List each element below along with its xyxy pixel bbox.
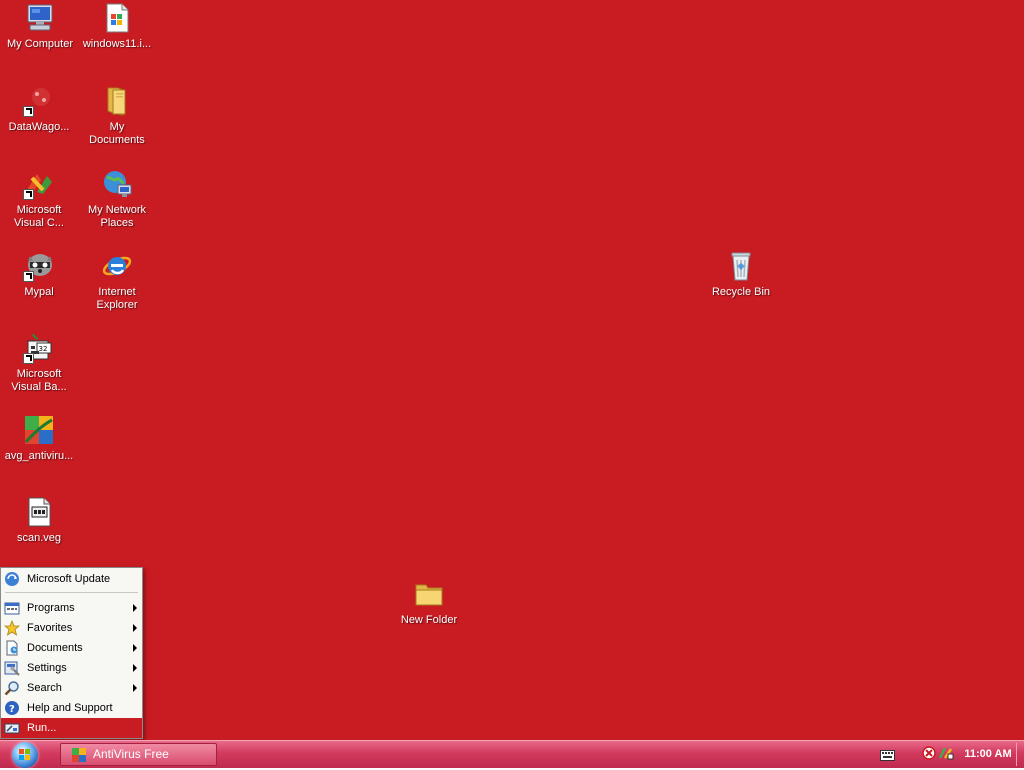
menu-item-run[interactable]: Run... bbox=[1, 718, 142, 738]
desktop-icon-new-folder[interactable]: New Folder bbox=[390, 578, 468, 627]
menu-item-microsoft-update[interactable]: Microsoft Update bbox=[1, 569, 142, 589]
network-places-icon bbox=[101, 168, 133, 200]
desktop-icon-label: scan.veg bbox=[16, 532, 62, 544]
desktop-icon-label: Microsoft Visual C... bbox=[14, 204, 64, 229]
shortcut-arrow-icon bbox=[23, 106, 34, 117]
desktop-icon-label: Microsoft Visual Ba... bbox=[11, 368, 67, 393]
visual-c-icon bbox=[23, 168, 55, 200]
windows-update-icon bbox=[4, 571, 20, 587]
veg-file-icon bbox=[23, 496, 55, 528]
programs-icon bbox=[4, 600, 20, 616]
run-icon bbox=[4, 720, 20, 736]
help-icon: ? bbox=[4, 700, 20, 716]
desktop-icon-visual-basic[interactable]: 32 Microsoft Visual Ba... bbox=[0, 332, 78, 394]
shortcut-arrow-icon bbox=[23, 353, 34, 364]
submenu-arrow-icon bbox=[133, 644, 137, 652]
submenu-arrow-icon bbox=[133, 624, 137, 632]
desktop-icon-label: avg_antiviru... bbox=[4, 450, 74, 462]
start-menu: Microsoft Update Programs Favorites Docu… bbox=[0, 567, 143, 739]
show-desktop-button[interactable] bbox=[1016, 743, 1023, 766]
desktop-icon-windows11-file[interactable]: windows11.i... bbox=[78, 2, 156, 51]
desktop-icon-label: Mypal bbox=[24, 286, 54, 298]
taskbar: AntiVirus Free 11:00 AM bbox=[0, 740, 1024, 768]
desktop-icon-label: My Computer bbox=[6, 38, 74, 50]
internet-explorer-icon bbox=[101, 250, 133, 282]
submenu-arrow-icon bbox=[133, 664, 137, 672]
desktop-icon-label: Recycle Bin bbox=[711, 286, 771, 298]
desktop-icon-my-documents[interactable]: My Documents bbox=[78, 85, 156, 147]
recycle-bin-icon bbox=[725, 250, 757, 282]
keyboard-icon[interactable] bbox=[880, 748, 895, 761]
search-icon bbox=[4, 680, 20, 696]
taskbar-button-antivirus-free[interactable]: AntiVirus Free bbox=[60, 743, 217, 766]
datawago-icon bbox=[23, 85, 55, 117]
desktop-icon-scan-veg[interactable]: scan.veg bbox=[0, 496, 78, 545]
network-icon[interactable] bbox=[938, 746, 954, 760]
shortcut-arrow-icon bbox=[23, 189, 34, 200]
desktop-icon-avg-antivirus[interactable]: avg_antiviru... bbox=[0, 414, 78, 463]
avg-antivirus-icon bbox=[71, 747, 87, 763]
menu-item-programs[interactable]: Programs bbox=[1, 598, 142, 618]
taskbar-button-label: AntiVirus Free bbox=[93, 747, 169, 761]
desktop-icon-mypal[interactable]: Mypal bbox=[0, 250, 78, 299]
desktop-icon-datawago[interactable]: DataWago... bbox=[0, 85, 78, 134]
desktop-icon-label: DataWago... bbox=[8, 121, 70, 133]
taskbar-clock[interactable]: 11:00 AM bbox=[960, 741, 1016, 768]
star-icon bbox=[3, 619, 21, 636]
desktop-icon-my-computer[interactable]: My Computer bbox=[1, 2, 79, 51]
svg-text:?: ? bbox=[9, 704, 15, 715]
svg-text:32: 32 bbox=[39, 345, 48, 353]
submenu-arrow-icon bbox=[133, 684, 137, 692]
file-icon bbox=[101, 2, 133, 34]
start-button[interactable] bbox=[6, 741, 44, 768]
windows-orb-icon bbox=[12, 742, 38, 768]
menu-separator bbox=[5, 592, 138, 593]
desktop-icon-label: New Folder bbox=[400, 614, 458, 626]
my-documents-folder-icon bbox=[101, 85, 133, 117]
my-computer-icon bbox=[24, 2, 56, 34]
desktop-icon-internet-explorer[interactable]: Internet Explorer bbox=[78, 250, 156, 312]
desktop-icon-recycle-bin[interactable]: Recycle Bin bbox=[702, 250, 780, 299]
desktop: My Computer windows11.i... DataWago... M… bbox=[0, 0, 1024, 740]
visual-basic-icon: 32 bbox=[23, 332, 55, 364]
menu-item-search[interactable]: Search bbox=[1, 678, 142, 698]
folder-icon bbox=[413, 578, 445, 610]
desktop-icon-label: windows11.i... bbox=[82, 38, 152, 50]
menu-item-settings[interactable]: Settings bbox=[1, 658, 142, 678]
desktop-icon-label: My Documents bbox=[89, 121, 145, 146]
settings-icon bbox=[4, 660, 20, 676]
documents-icon bbox=[4, 640, 20, 656]
submenu-arrow-icon bbox=[133, 604, 137, 612]
avg-antivirus-icon bbox=[23, 414, 55, 446]
mypal-icon bbox=[23, 250, 55, 282]
desktop-icon-label: Internet Explorer bbox=[96, 286, 138, 311]
desktop-icon-visual-c[interactable]: Microsoft Visual C... bbox=[0, 168, 78, 230]
desktop-icon-label: My Network Places bbox=[87, 204, 147, 229]
desktop-icon-my-network-places[interactable]: My Network Places bbox=[78, 168, 156, 230]
menu-item-favorites[interactable]: Favorites bbox=[1, 618, 142, 638]
shield-icon[interactable] bbox=[922, 746, 936, 760]
shortcut-arrow-icon bbox=[23, 271, 34, 282]
menu-item-help-and-support[interactable]: ? Help and Support bbox=[1, 698, 142, 718]
menu-item-documents[interactable]: Documents bbox=[1, 638, 142, 658]
